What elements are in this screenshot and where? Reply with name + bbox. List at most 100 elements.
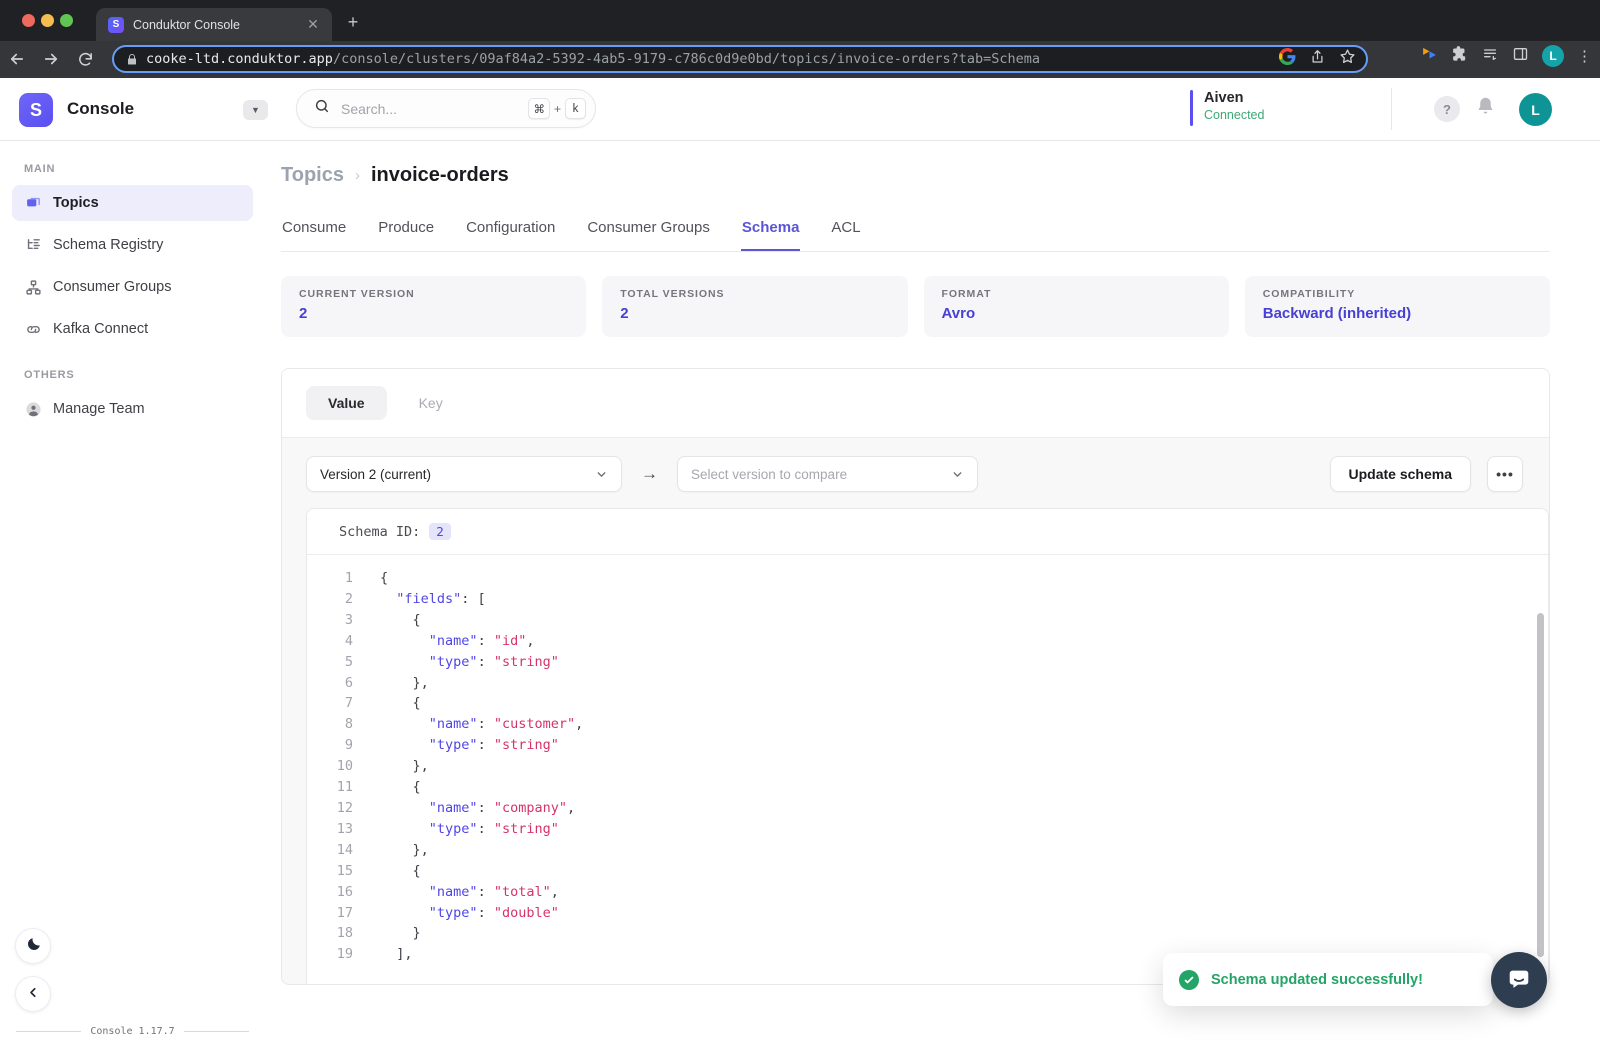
sidebar-item-consumer-groups[interactable]: Consumer Groups — [12, 269, 253, 305]
code-line: 14 }, — [307, 840, 1548, 861]
stat-value: 2 — [299, 305, 568, 322]
share-icon[interactable] — [1310, 49, 1325, 70]
back-icon[interactable] — [0, 50, 34, 68]
code-line: 12 "name": "company", — [307, 798, 1548, 819]
tab-acl[interactable]: ACL — [830, 211, 861, 251]
tab-consume[interactable]: Consume — [281, 211, 347, 251]
compare-version-select[interactable]: Select version to compare — [677, 456, 978, 492]
schema-registry-icon — [24, 237, 42, 254]
schema-code-editor[interactable]: 1{2 "fields": [3 {4 "name": "id",5 "type… — [307, 555, 1548, 984]
version-controls: Version 2 (current) → Select version to … — [282, 438, 1549, 508]
code-line: 13 "type": "string" — [307, 819, 1548, 840]
tab-produce[interactable]: Produce — [377, 211, 435, 251]
manage-team-icon — [24, 401, 42, 418]
workspace-switcher-button[interactable]: ▼ — [243, 100, 268, 120]
breadcrumb-topics-link[interactable]: Topics — [281, 164, 344, 187]
sidebar-item-label: Consumer Groups — [53, 279, 171, 295]
line-number: 15 — [307, 861, 353, 882]
schema-card: Schema ID: 2 1{2 "fields": [3 {4 "name":… — [306, 508, 1549, 984]
line-number: 12 — [307, 798, 353, 819]
code-line: 8 "name": "customer", — [307, 714, 1548, 735]
toggle-value[interactable]: Value — [306, 386, 387, 420]
value-key-toggle: Value Key — [282, 369, 1549, 438]
version-select[interactable]: Version 2 (current) — [306, 456, 622, 492]
code-text: { — [380, 777, 421, 798]
code-text: "type": "string" — [380, 652, 559, 673]
code-text: ], — [380, 944, 413, 965]
code-text: "name": "id", — [380, 631, 534, 652]
sidebar-item-manage-team[interactable]: Manage Team — [12, 391, 253, 427]
playlist-icon[interactable] — [1481, 46, 1499, 67]
stat-value: Backward (inherited) — [1263, 305, 1532, 322]
url-bar[interactable]: cooke-ltd.conduktor.app/console/clusters… — [112, 45, 1368, 73]
browser-menu-icon[interactable]: ⋮ — [1577, 47, 1592, 65]
dark-mode-toggle[interactable] — [15, 928, 51, 964]
tab-configuration[interactable]: Configuration — [465, 211, 556, 251]
schema-code-lines: 1{2 "fields": [3 {4 "name": "id",5 "type… — [307, 568, 1548, 965]
help-button[interactable]: ? — [1434, 96, 1460, 122]
forward-icon[interactable] — [34, 50, 68, 68]
toggle-key[interactable]: Key — [397, 386, 465, 420]
more-actions-button[interactable]: ••• — [1487, 456, 1523, 492]
main-content: Topics › invoice-orders ConsumeProduceCo… — [265, 141, 1600, 1051]
extensions-puzzle-icon[interactable] — [1451, 45, 1468, 67]
new-tab-button[interactable]: + — [342, 13, 364, 31]
arrow-right-icon: → — [622, 464, 677, 484]
sidebar-item-kafka-connect[interactable]: Kafka Connect — [12, 311, 253, 347]
console-version-label: Console 1.17.7 — [16, 1026, 249, 1037]
stat-label: FORMAT — [942, 288, 1211, 300]
google-account-icon[interactable] — [1279, 48, 1296, 70]
code-scrollbar[interactable] — [1537, 613, 1544, 957]
extension-shortcut-icon[interactable] — [1421, 45, 1438, 67]
sidebar-item-label: Schema Registry — [53, 237, 163, 253]
sidebar: MAIN Topics Schema Registry Consumer Groups… — [0, 141, 265, 1051]
tab-close-icon[interactable]: ✕ — [304, 16, 322, 33]
reload-icon[interactable] — [68, 51, 102, 69]
line-number: 17 — [307, 903, 353, 924]
line-number: 18 — [307, 923, 353, 944]
tab-consumer-groups[interactable]: Consumer Groups — [586, 211, 711, 251]
update-schema-button[interactable]: Update schema — [1330, 456, 1471, 492]
cluster-selector[interactable]: Aiven Connected — [1190, 90, 1264, 126]
notifications-bell-icon[interactable] — [1475, 96, 1496, 120]
code-line: 2 "fields": [ — [307, 589, 1548, 610]
stat-label: CURRENT VERSION — [299, 288, 568, 300]
browser-profile-avatar[interactable]: L — [1542, 45, 1564, 67]
sidebar-item-topics[interactable]: Topics — [12, 185, 253, 221]
sidebar-section-label: MAIN — [24, 163, 265, 175]
macos-minimize-button[interactable] — [41, 14, 54, 27]
code-line: 16 "name": "total", — [307, 882, 1548, 903]
browser-tab-bar: S Conduktor Console ✕ + — [0, 0, 1600, 41]
line-number: 11 — [307, 777, 353, 798]
browser-tab[interactable]: S Conduktor Console ✕ — [96, 8, 332, 41]
sidebar-section-label: OTHERS — [24, 369, 265, 381]
macos-fullscreen-button[interactable] — [60, 14, 73, 27]
schema-id-row: Schema ID: 2 — [307, 509, 1548, 555]
collapse-sidebar-button[interactable] — [15, 976, 51, 1012]
schema-id-label: Schema ID: — [339, 524, 420, 540]
side-panel-icon[interactable] — [1512, 46, 1529, 67]
code-text: "name": "customer", — [380, 714, 583, 735]
lock-icon[interactable] — [126, 53, 138, 66]
user-avatar[interactable]: L — [1519, 93, 1552, 126]
global-search-input[interactable]: Search... ⌘ + k — [296, 89, 596, 128]
chat-bubble-icon — [1506, 966, 1532, 995]
macos-close-button[interactable] — [22, 14, 35, 27]
conduktor-favicon-icon: S — [108, 17, 124, 33]
code-line: 10 }, — [307, 756, 1548, 777]
line-number: 9 — [307, 735, 353, 756]
code-line: 7 { — [307, 693, 1548, 714]
stat-label: TOTAL VERSIONS — [620, 288, 889, 300]
code-line: 15 { — [307, 861, 1548, 882]
tab-schema[interactable]: Schema — [741, 211, 801, 251]
chat-widget-button[interactable] — [1491, 952, 1547, 1008]
code-text: "type": "double" — [380, 903, 559, 924]
line-number: 10 — [307, 756, 353, 777]
code-line: 3 { — [307, 610, 1548, 631]
sidebar-item-schema-registry[interactable]: Schema Registry — [12, 227, 253, 263]
line-number: 16 — [307, 882, 353, 903]
code-text: }, — [380, 840, 429, 861]
bookmark-star-icon[interactable] — [1339, 48, 1356, 70]
code-line: 4 "name": "id", — [307, 631, 1548, 652]
code-text: { — [380, 693, 421, 714]
